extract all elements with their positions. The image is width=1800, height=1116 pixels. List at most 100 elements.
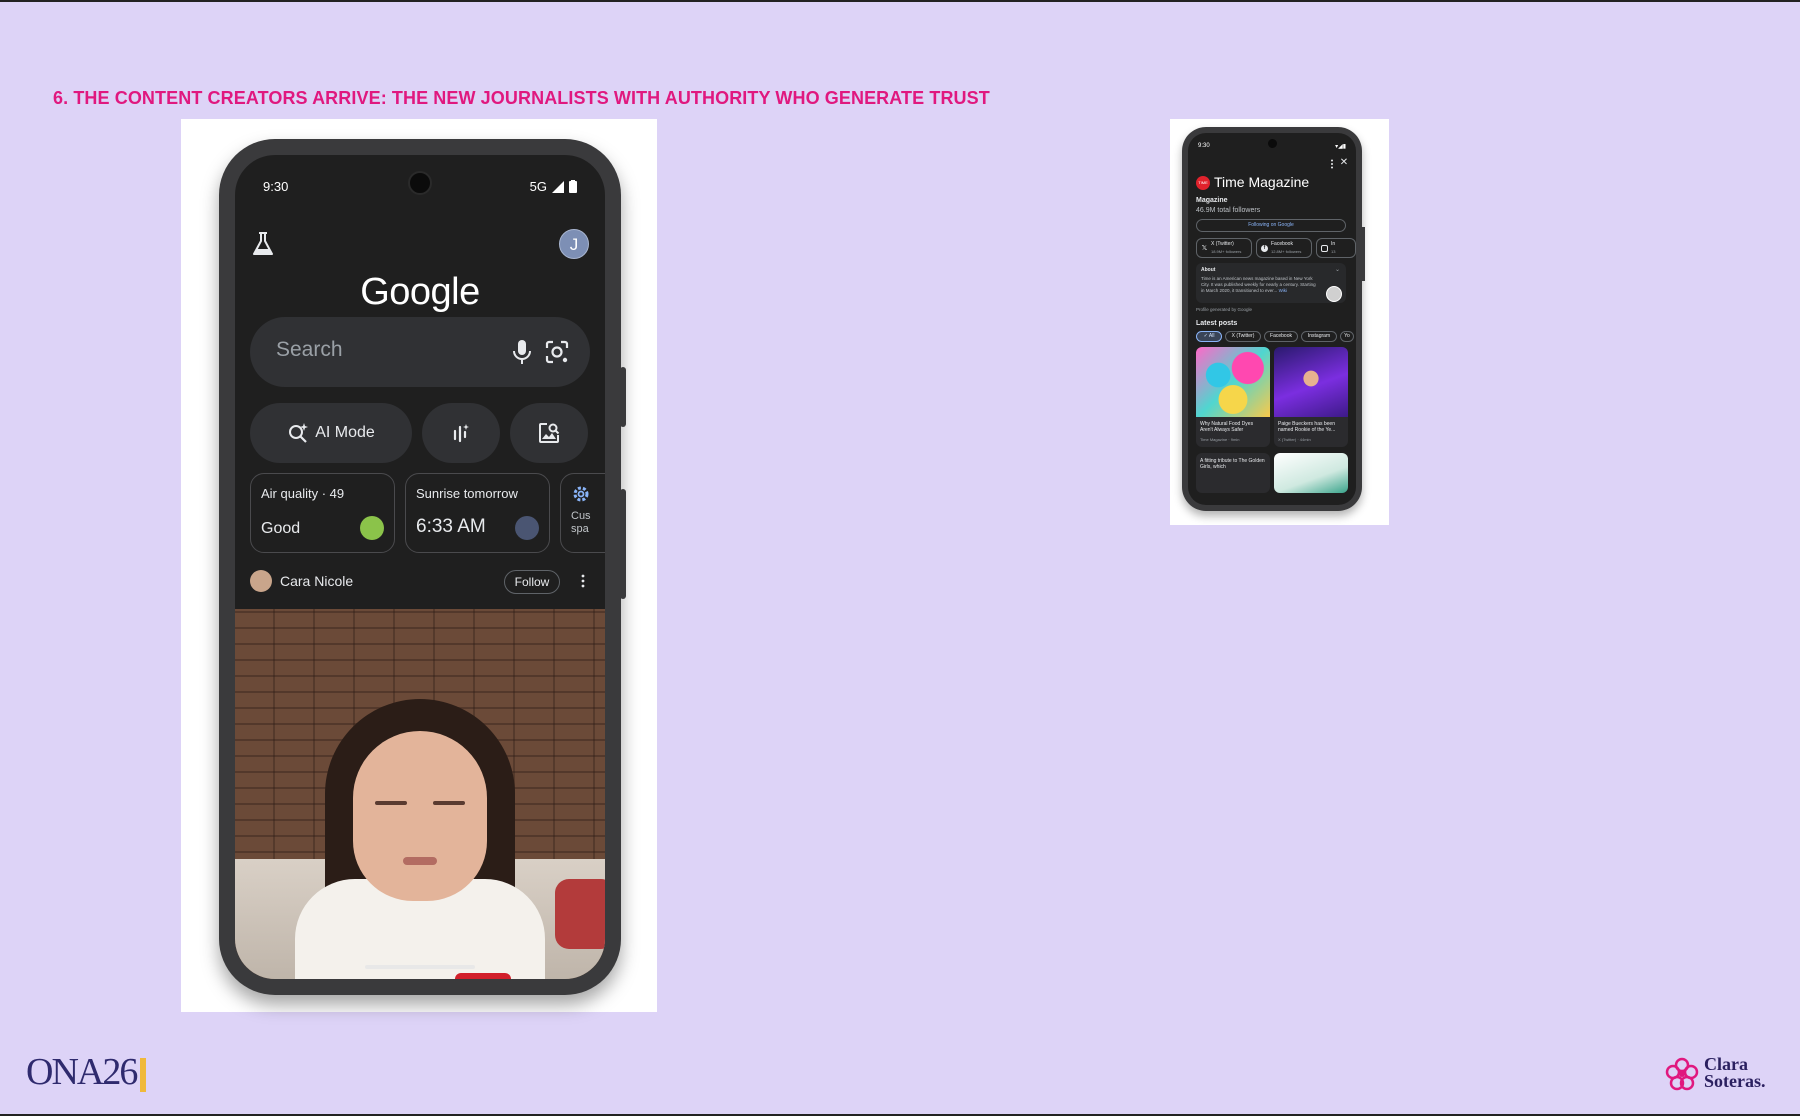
air-quality-card[interactable]: Air quality · 49 Good xyxy=(250,473,395,553)
ona26-logo: ONA26 xyxy=(26,1051,147,1093)
clara-soteras-logo-text: Clara Soteras. xyxy=(1704,1054,1766,1091)
more-options-icon[interactable] xyxy=(580,573,586,589)
status-time: 9:30 xyxy=(1198,143,1210,149)
filter-chip-youtube[interactable]: Yo xyxy=(1340,331,1354,342)
search-bar[interactable]: Search xyxy=(250,317,590,387)
air-wave-icon xyxy=(360,516,384,540)
post-image-basketball xyxy=(1274,347,1348,417)
creator-name[interactable]: Cara Nicole xyxy=(280,573,353,589)
status-icons: ▾◢▮ xyxy=(1335,144,1346,150)
flower-icon xyxy=(1665,1057,1699,1091)
post-card[interactable]: Paige Bueckers has been named Rookie of … xyxy=(1274,347,1348,447)
about-section[interactable]: About ⌄ Time is an American news magazin… xyxy=(1196,263,1346,303)
about-text: Time is an American news magazine based … xyxy=(1201,276,1319,294)
post-card[interactable]: Why Natural Food Dyes Aren't Always Safe… xyxy=(1196,347,1270,447)
phone-volume-button xyxy=(620,489,626,599)
gear-icon xyxy=(573,486,589,502)
creator-video[interactable] xyxy=(235,609,605,979)
labs-flask-icon[interactable] xyxy=(251,231,275,257)
microphone-icon[interactable] xyxy=(512,339,532,365)
filter-chip-all[interactable]: ✓ All xyxy=(1196,331,1222,342)
music-wave-icon xyxy=(453,424,469,443)
profile-title: Time Magazine xyxy=(1214,174,1310,190)
social-count: 18.9M+ followers xyxy=(1211,249,1242,254)
home-indicator[interactable] xyxy=(365,965,475,969)
post-source: Time Magazine · 9min xyxy=(1200,437,1240,442)
status-bar: 9:30 5G xyxy=(263,179,577,199)
following-button[interactable]: Following on Google xyxy=(1196,219,1346,232)
profile-followers: 46.9M total followers xyxy=(1196,207,1261,214)
sunrise-card[interactable]: Sunrise tomorrow 6:33 AM xyxy=(405,473,550,553)
creator-avatar[interactable] xyxy=(250,570,272,592)
status-bar: 9:30 ▾◢▮ xyxy=(1198,143,1346,150)
phone-frame-small: 9:30 ▾◢▮ ✕ TIME Time Magazine Magazine 4… xyxy=(1182,127,1365,511)
social-chip-instagram[interactable]: In 13 xyxy=(1316,238,1356,258)
red-cushion xyxy=(555,879,605,949)
time-logo: TIME xyxy=(1196,176,1210,190)
creator-row: Cara Nicole Follow xyxy=(250,567,590,597)
latest-posts-heading: Latest posts xyxy=(1196,320,1238,327)
sunrise-label: Sunrise tomorrow xyxy=(416,486,518,501)
post-source: X (Twitter) · 44min xyxy=(1278,437,1311,442)
filter-chip-facebook[interactable]: Facebook xyxy=(1264,331,1298,342)
wiki-link[interactable]: Wiki xyxy=(1279,288,1288,293)
more-options-icon[interactable] xyxy=(1330,159,1334,169)
filter-chip-instagram[interactable]: Instagram xyxy=(1301,331,1337,342)
follow-button[interactable]: Follow xyxy=(504,570,560,594)
image-search-button[interactable] xyxy=(510,403,588,463)
ai-mode-button[interactable]: AI Mode xyxy=(250,403,412,463)
ai-mode-label: AI Mode xyxy=(315,424,375,441)
sunrise-time: 6:33 AM xyxy=(416,516,486,537)
profile-generated-note: Profile generated by Google xyxy=(1196,307,1253,312)
post-card-image[interactable] xyxy=(1274,453,1348,493)
phone-side-button xyxy=(620,367,626,427)
sunrise-icon xyxy=(515,516,539,540)
ona26-logo-bar xyxy=(140,1058,147,1092)
account-avatar[interactable]: J xyxy=(559,229,589,259)
about-body: Time is an American news magazine based … xyxy=(1201,276,1316,293)
social-count: 13 xyxy=(1331,249,1336,254)
google-lens-icon[interactable] xyxy=(544,339,570,365)
x-icon: 𝕏 xyxy=(1201,245,1208,252)
filter-chip-x[interactable]: X (Twitter) xyxy=(1225,331,1261,342)
social-count: 12.8M+ followers xyxy=(1271,249,1302,254)
post-image-food-dyes xyxy=(1196,347,1270,417)
profile-category: Magazine xyxy=(1196,197,1228,204)
slide-title: 6. THE CONTENT CREATORS ARRIVE: THE NEW … xyxy=(53,88,990,108)
close-icon[interactable]: ✕ xyxy=(1338,157,1350,169)
image-search-icon xyxy=(539,423,560,443)
instagram-icon xyxy=(1321,245,1328,252)
post-caption: Paige Bueckers has been named Rookie of … xyxy=(1278,421,1336,433)
status-time: 9:30 xyxy=(263,179,289,194)
search-placeholder: Search xyxy=(276,338,343,361)
battery-icon xyxy=(569,180,577,193)
customize-card[interactable]: Cus spa xyxy=(560,473,605,553)
post-caption: A fitting tribute to The Golden Girls, w… xyxy=(1200,458,1265,470)
red-action-button[interactable] xyxy=(455,973,511,979)
post-card[interactable]: A fitting tribute to The Golden Girls, w… xyxy=(1196,453,1270,493)
social-name: X (Twitter) xyxy=(1211,241,1234,247)
phone-side-button xyxy=(1362,227,1365,281)
social-name: Facebook xyxy=(1271,241,1293,247)
chevron-down-icon[interactable]: ⌄ xyxy=(1335,266,1340,273)
touch-cursor xyxy=(1326,286,1342,302)
creator-eye xyxy=(433,801,465,805)
phone-screen: 9:30 5G J Google Search AI Mode Air qual… xyxy=(235,155,605,979)
creator-mouth xyxy=(403,857,437,865)
status-icons: 5G xyxy=(530,179,577,194)
social-chip-x[interactable]: 𝕏 X (Twitter) 18.9M+ followers xyxy=(1196,238,1252,258)
post-caption: Why Natural Food Dyes Aren't Always Safe… xyxy=(1200,421,1254,433)
ona26-logo-text: ONA26 xyxy=(26,1051,138,1093)
customize-label: Cus spa xyxy=(571,510,591,535)
phone-screen-small: 9:30 ▾◢▮ ✕ TIME Time Magazine Magazine 4… xyxy=(1188,133,1356,505)
creator-face xyxy=(353,731,487,901)
phone-screenshot-google: 9:30 5G J Google Search AI Mode Air qual… xyxy=(181,119,657,1012)
social-chip-facebook[interactable]: f Facebook 12.8M+ followers xyxy=(1256,238,1312,258)
facebook-icon: f xyxy=(1261,245,1268,252)
social-name: In xyxy=(1331,241,1336,247)
air-quality-value: Good xyxy=(261,520,301,537)
song-search-button[interactable] xyxy=(422,403,500,463)
filter-label: All xyxy=(1208,333,1215,339)
phone-screenshot-time-profile: 9:30 ▾◢▮ ✕ TIME Time Magazine Magazine 4… xyxy=(1170,119,1389,525)
phone-frame: 9:30 5G J Google Search AI Mode Air qual… xyxy=(219,139,626,995)
